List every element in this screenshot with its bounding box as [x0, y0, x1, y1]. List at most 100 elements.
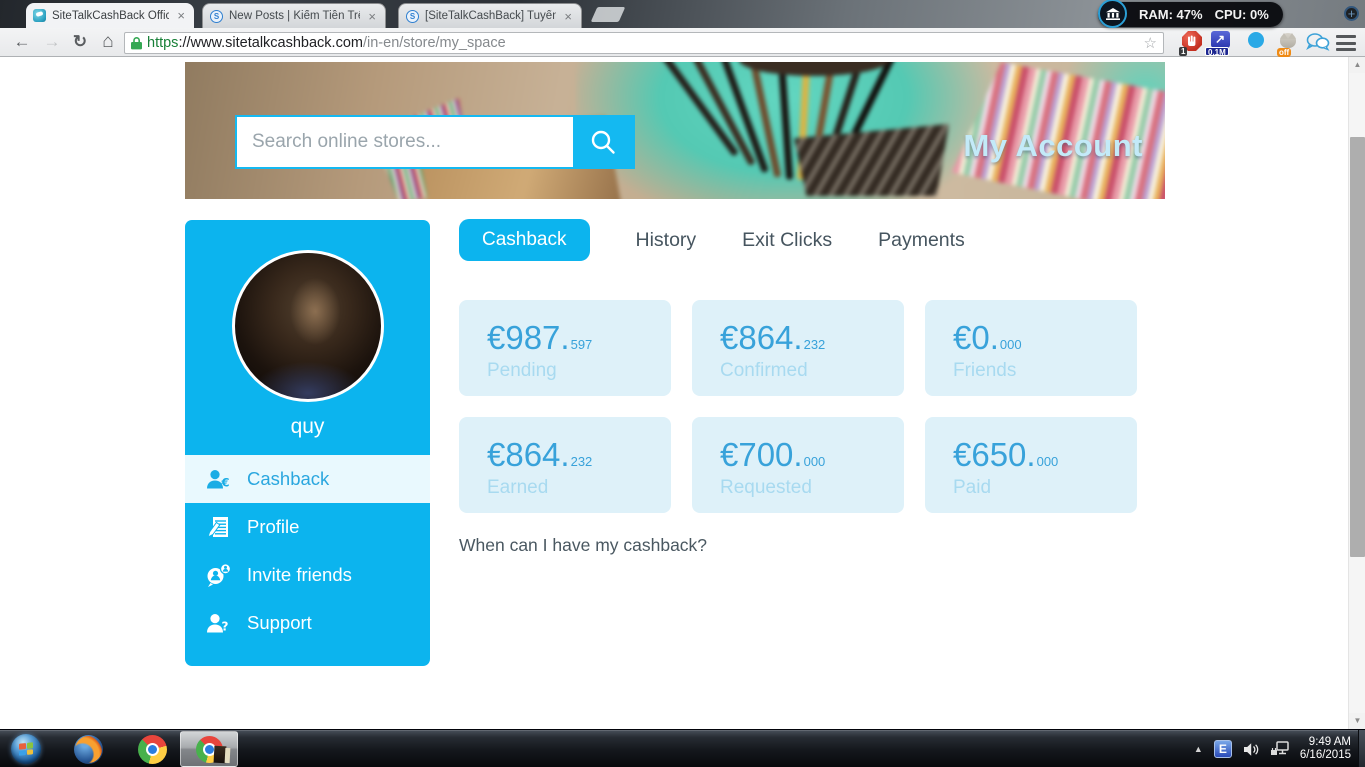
sidebar-item-label: Cashback [247, 468, 330, 489]
address-bar[interactable]: https://www.sitetalkcashback.com/in-en/s… [124, 32, 1164, 54]
speaker-icon[interactable] [1243, 742, 1259, 757]
user-question-icon: ? [207, 614, 229, 634]
hero-banner: My Account [185, 62, 1165, 199]
invite-person-icon [207, 563, 232, 587]
page-content: My Account quy € Cashback [0, 57, 1365, 729]
stat-card-paid: €650.000 Paid [925, 417, 1137, 513]
stat-card-friends: €0.000 Friends [925, 300, 1137, 396]
back-icon[interactable]: ← [10, 30, 34, 54]
chrome-taskbar-icon[interactable] [138, 735, 167, 764]
adblock-extension-icon[interactable]: 1 [1179, 30, 1204, 56]
browser-tab-1[interactable]: SiteTalkCashBack Official S × [26, 3, 194, 28]
sidebar-item-label: Profile [247, 516, 300, 537]
home-icon[interactable]: ⌂ [96, 30, 120, 54]
show-desktop-button[interactable] [1358, 730, 1365, 767]
url-scheme: https [147, 35, 179, 51]
search-input[interactable] [237, 117, 573, 167]
scrollbar-thumb[interactable] [1350, 137, 1365, 557]
stat-card-requested: €700.000 Requested [692, 417, 904, 513]
padlock-icon [131, 37, 142, 50]
stat-value: €700.000 [720, 436, 826, 473]
sidebar-item-profile[interactable]: Profile [185, 503, 430, 551]
adblock-badge: 1 [1179, 47, 1188, 56]
search-icon [591, 130, 615, 154]
window-thumbnail [224, 747, 231, 764]
tray-chevron-icon[interactable]: ▲ [1194, 744, 1203, 754]
tab-history[interactable]: History [636, 229, 697, 252]
sidebar-item-label: Invite friends [247, 564, 352, 585]
url-host: ://www.sitetalkcashback.com [178, 35, 363, 51]
menu-hamburger-icon[interactable] [1336, 35, 1356, 51]
tab-title: [SiteTalkCashBack] Tuyển [425, 10, 557, 22]
stat-label: Earned [487, 477, 549, 498]
browser-tab-strip: SiteTalkCashBack Official S × S New Post… [0, 0, 1365, 28]
clock[interactable]: 9:49 AM 6/16/2015 [1300, 736, 1353, 762]
avatar[interactable] [231, 250, 384, 402]
speech-balloon-icon [1248, 32, 1264, 48]
page-scrollbar[interactable]: ▲ ▼ [1348, 57, 1365, 729]
search-button[interactable] [573, 117, 633, 167]
tab-close-icon[interactable]: × [175, 9, 187, 22]
stat-label: Friends [953, 360, 1017, 381]
scroll-up-icon[interactable]: ▲ [1349, 57, 1365, 73]
clock-time: 9:49 AM [1308, 736, 1351, 748]
tab-title: SiteTalkCashBack Official S [52, 9, 170, 22]
stat-label: Requested [720, 477, 812, 498]
username: quy [290, 415, 325, 438]
browser-tab-2[interactable]: S New Posts | Kiếm Tiền Trê × [202, 3, 386, 28]
stat-value: €0.000 [953, 319, 1022, 356]
stat-value: €864.232 [720, 319, 826, 356]
sidebar-item-cashback[interactable]: € Cashback [185, 455, 430, 503]
reload-icon[interactable]: ↻ [68, 30, 92, 54]
store-search [235, 115, 635, 169]
stat-card-confirmed: €864.232 Confirmed [692, 300, 904, 396]
user-euro-icon: € [207, 470, 230, 490]
cat-off-badge: off [1277, 48, 1292, 57]
tab-close-icon[interactable]: × [366, 10, 378, 23]
stat-value: €650.000 [953, 436, 1059, 473]
stat-value: €864.232 [487, 436, 593, 473]
bookmark-star-icon[interactable]: ☆ [1144, 34, 1157, 52]
sitetalk-favicon-icon [33, 9, 46, 22]
cat-extension-icon[interactable]: off [1276, 30, 1300, 57]
document-pencil-icon [207, 517, 228, 539]
browser-tab-3[interactable]: S [SiteTalkCashBack] Tuyển × [398, 3, 582, 28]
tray-app-icon[interactable]: E [1213, 740, 1232, 758]
balloon-extension-icon[interactable] [1244, 30, 1268, 56]
monitor-app-icon [1098, 0, 1127, 28]
forward-icon[interactable]: → [40, 30, 64, 54]
arrow-up-right-icon: ↗ [1210, 31, 1230, 48]
chrome-active-window-button[interactable] [180, 731, 238, 767]
screen: SiteTalkCashBack Official S × S New Post… [0, 0, 1365, 767]
start-button[interactable] [11, 734, 41, 764]
cpu-usage: CPU: 0% [1214, 7, 1269, 22]
new-tab-button[interactable] [590, 7, 626, 22]
firefox-taskbar-icon[interactable] [74, 735, 103, 764]
windows-taskbar: ▲ E 9:49 AM 6/16/2015 [0, 729, 1365, 767]
network-icon[interactable] [1270, 741, 1289, 757]
system-tray: ▲ E 9:49 AM 6/16/2015 [1194, 730, 1353, 767]
tab-cashback[interactable]: Cashback [459, 219, 590, 261]
scroll-down-icon[interactable]: ▼ [1349, 713, 1365, 729]
page-title: My Account [963, 128, 1143, 163]
stat-value: €987.597 [487, 319, 593, 356]
tab-title: New Posts | Kiếm Tiền Trê [229, 10, 361, 22]
cashback-stats: €987.597 Pending €864.232 Confirmed €0.0… [459, 300, 1137, 513]
sitetalk-s-favicon-icon: S [406, 9, 419, 23]
svg-text:?: ? [222, 620, 229, 634]
chat-bubbles-icon [1306, 33, 1330, 51]
tab-exit-clicks[interactable]: Exit Clicks [742, 229, 832, 252]
stat-label: Confirmed [720, 360, 808, 381]
windows-logo-icon [19, 742, 33, 756]
account-sidebar: quy € Cashback Profile Invite friends ? … [185, 220, 430, 666]
chat-extension-icon[interactable] [1306, 32, 1330, 58]
system-monitor-overlay: RAM: 47% CPU: 0% [1098, 0, 1283, 28]
tab-close-icon[interactable]: × [562, 10, 574, 23]
monitor-plus-icon[interactable]: + [1344, 6, 1359, 21]
sidebar-item-support[interactable]: ? Support [185, 599, 430, 647]
cashback-faq-link[interactable]: When can I have my cashback? [459, 535, 707, 556]
tab-payments[interactable]: Payments [878, 229, 965, 252]
sidebar-item-invite-friends[interactable]: Invite friends [185, 551, 430, 599]
browser-toolbar: ← → ↻ ⌂ https://www.sitetalkcashback.com… [0, 28, 1365, 57]
alexa-rank-extension-icon[interactable]: ↗ 0.1M [1205, 30, 1232, 57]
